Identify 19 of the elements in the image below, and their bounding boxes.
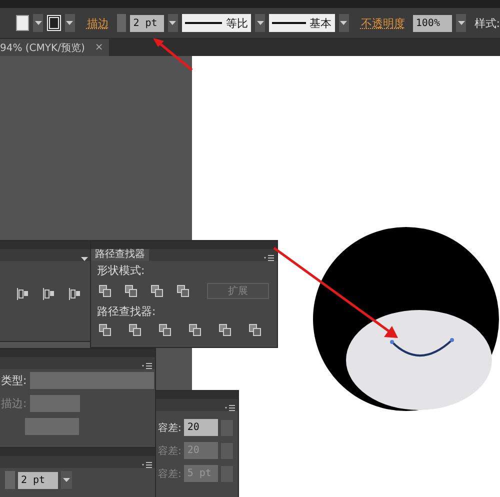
- stroke-weight-field[interactable]: 2 pt: [130, 14, 164, 32]
- document-tab[interactable]: 94% (CMYK/预览) ×: [0, 39, 110, 56]
- type-label: 类型:: [1, 373, 27, 388]
- panel-tab[interactable]: 路径查找器: [91, 249, 149, 261]
- close-icon[interactable]: ×: [94, 42, 104, 53]
- tolerance-label: 容差:: [158, 422, 182, 434]
- tolerance-field[interactable]: 20: [184, 419, 218, 436]
- style-label: 样式:: [474, 16, 500, 30]
- weight-field[interactable]: 2 pt: [18, 472, 58, 488]
- brush-dropdown[interactable]: 基本: [269, 14, 335, 32]
- stroke-label: 描边:: [1, 396, 27, 411]
- pathfinders-label: 路径查找器:: [96, 304, 157, 320]
- stroke-label[interactable]: 描边: [86, 16, 109, 30]
- tolerance-label: 容差:: [158, 468, 182, 480]
- tolerance-label: 容差:: [158, 444, 182, 458]
- opacity-field[interactable]: 100%: [412, 14, 452, 32]
- opacity-label[interactable]: 不透明度: [360, 16, 405, 30]
- profile-dropdown[interactable]: 等比: [182, 14, 252, 32]
- shape-modes-label: 形状模式:: [96, 263, 146, 279]
